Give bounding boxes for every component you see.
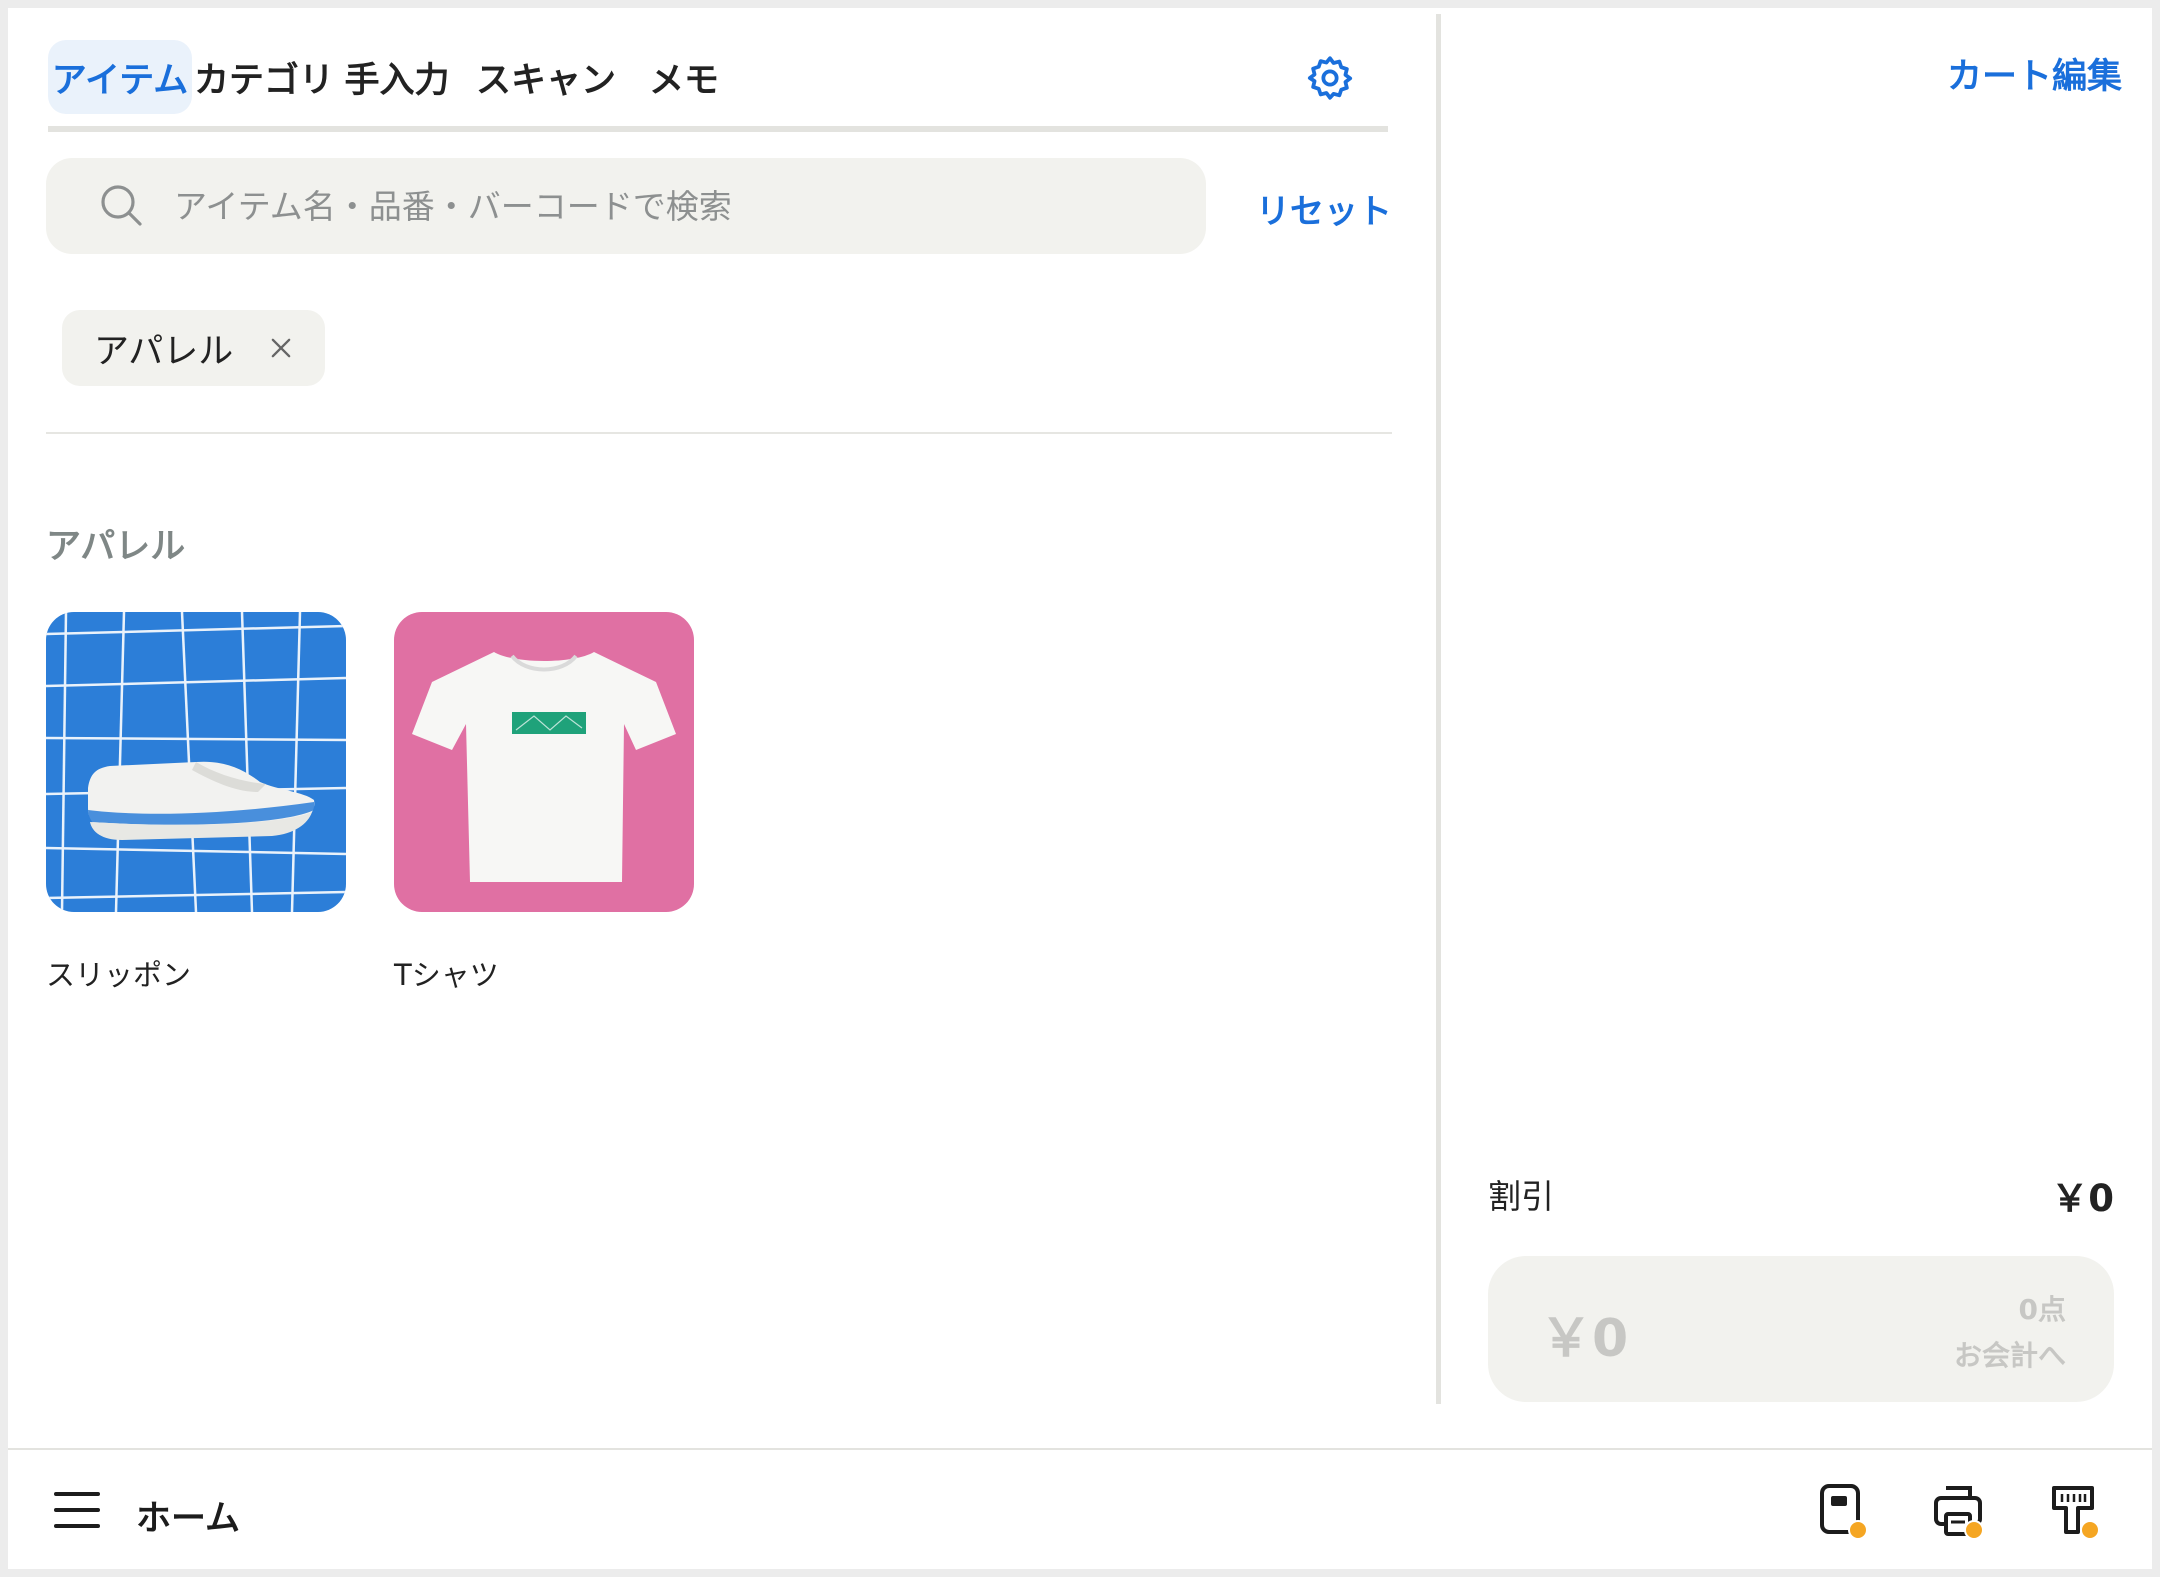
search-icon: [101, 185, 142, 226]
item-tile-tshirt[interactable]: Tシャツ: [394, 612, 694, 994]
search-bar: [46, 158, 1206, 254]
tab-items[interactable]: アイテム: [48, 40, 192, 114]
bottom-bar: ホーム: [8, 1448, 2152, 1569]
item-tile-slipon[interactable]: スリッポン: [46, 612, 346, 994]
gear-icon[interactable]: [1302, 50, 1358, 106]
cart-item-count: 0点: [2018, 1293, 2066, 1326]
category-filter-chip[interactable]: アパレル: [62, 310, 326, 386]
discount-value: ￥0: [2051, 1177, 2114, 1220]
receipt-printer-icon[interactable]: [1932, 1482, 1988, 1542]
item-label: Tシャツ: [394, 958, 499, 992]
pane-separator: [1436, 14, 1441, 1404]
item-label: スリッポン: [46, 958, 192, 992]
discount-label: 割引: [1488, 1177, 1554, 1216]
checkout-label: お会計へ: [1953, 1339, 2066, 1372]
section-title: アパレル: [46, 527, 186, 567]
home-label: ホーム: [136, 1499, 240, 1539]
hamburger-menu-icon[interactable]: [54, 1490, 100, 1530]
close-icon[interactable]: [267, 334, 295, 362]
pos-app: アイテム カテゴリ 手入力 スキャン メモ リセット アパレル: [8, 8, 2152, 1569]
tab-bar: アイテム カテゴリ 手入力 スキャン メモ: [48, 32, 1388, 132]
chip-label: アパレル: [94, 331, 234, 372]
cart-total: ￥0: [1540, 1309, 1629, 1369]
reset-button[interactable]: リセット: [1256, 184, 1392, 233]
tab-memo[interactable]: メモ: [636, 40, 732, 114]
card-reader-icon[interactable]: [1816, 1482, 1872, 1542]
barcode-scanner-icon[interactable]: [2048, 1482, 2104, 1542]
checkout-button[interactable]: ￥0 0点 お会計へ: [1488, 1256, 2114, 1402]
item-pane: アイテム カテゴリ 手入力 スキャン メモ リセット アパレル: [8, 8, 1438, 1448]
slip-on-shoe-image: [46, 612, 346, 912]
cart-edit-button[interactable]: カート編集: [1947, 48, 2122, 99]
search-input[interactable]: [174, 186, 1074, 226]
tab-categories[interactable]: カテゴリ: [192, 40, 336, 114]
divider: [46, 432, 1392, 434]
tab-manual-entry[interactable]: 手入力: [338, 40, 456, 114]
tab-scan[interactable]: スキャン: [468, 40, 624, 114]
t-shirt-image: [394, 612, 694, 912]
